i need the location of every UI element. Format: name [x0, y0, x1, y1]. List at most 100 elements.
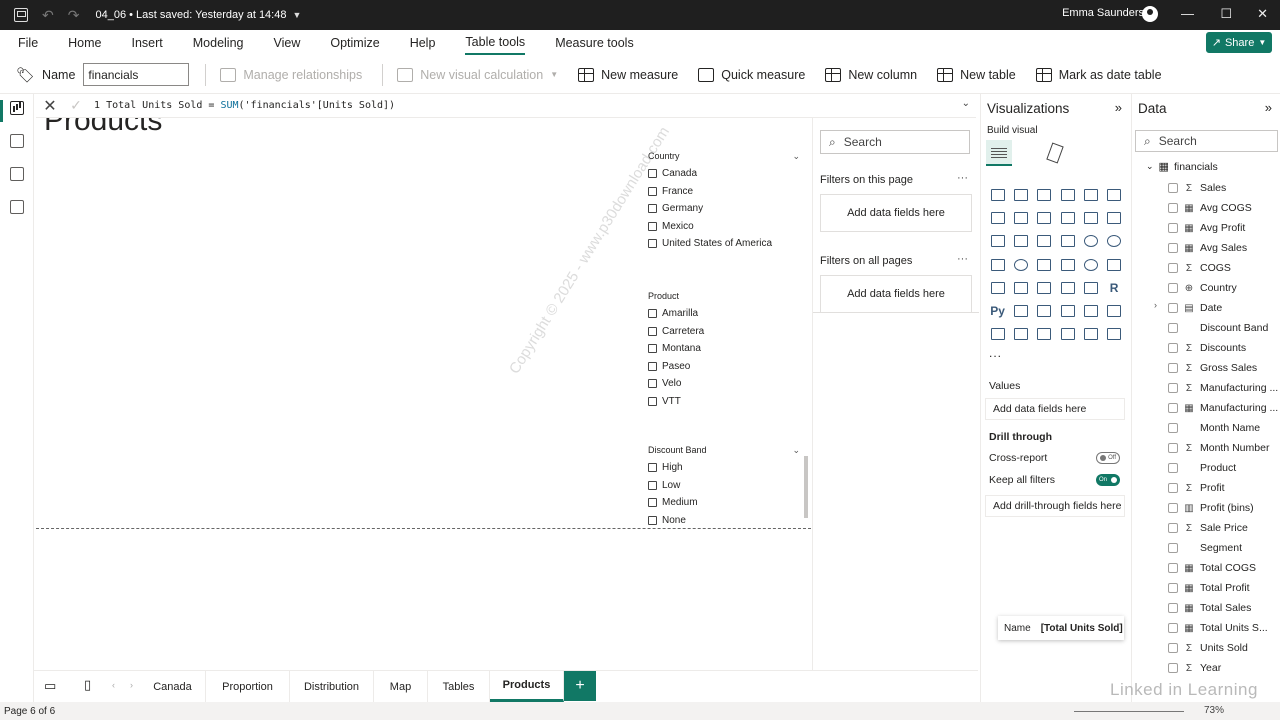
- checkbox-icon[interactable]: [1168, 483, 1178, 493]
- visual-type-icon[interactable]: [1009, 230, 1032, 253]
- field-item[interactable]: Σ Manufacturing ...: [1168, 378, 1278, 398]
- field-item[interactable]: Σ Gross Sales: [1168, 358, 1257, 378]
- field-item[interactable]: ▦ Avg Profit: [1168, 218, 1245, 238]
- slicer-option[interactable]: Medium: [648, 494, 808, 512]
- tab-map[interactable]: Map: [374, 671, 428, 702]
- table-icon[interactable]: [1056, 276, 1079, 299]
- field-item[interactable]: Discount Band: [1168, 318, 1268, 338]
- keep-all-filters-toggle[interactable]: On: [1096, 474, 1120, 486]
- undo-icon[interactable]: ↶: [42, 7, 54, 24]
- field-item[interactable]: ▦ Total Sales: [1168, 598, 1251, 618]
- slicer-option[interactable]: Canada: [648, 165, 808, 183]
- visual-type-icon[interactable]: [1009, 323, 1032, 346]
- qa-icon[interactable]: [1056, 299, 1079, 322]
- visual-type-icon[interactable]: [1079, 183, 1102, 206]
- menu-home[interactable]: Home: [68, 32, 101, 54]
- checkbox-icon[interactable]: [1168, 463, 1178, 473]
- zoom-level[interactable]: 73%: [1204, 705, 1224, 716]
- new-table-button[interactable]: New table: [937, 67, 1016, 82]
- more-options-icon[interactable]: ···: [957, 253, 968, 265]
- visual-type-icon[interactable]: [1033, 299, 1056, 322]
- filters-on-page-dropzone[interactable]: Add data fields here: [820, 194, 972, 232]
- chevron-left-icon[interactable]: ‹: [112, 680, 115, 690]
- checkbox-icon[interactable]: [1168, 543, 1178, 553]
- field-item[interactable]: Σ COGS: [1168, 258, 1231, 278]
- checkbox-icon[interactable]: [648, 221, 657, 231]
- report-view-icon[interactable]: [10, 101, 24, 115]
- checkbox-icon[interactable]: [648, 344, 657, 354]
- slicer-option[interactable]: Amarilla: [648, 305, 808, 323]
- quick-measure-button[interactable]: Quick measure: [698, 67, 805, 82]
- slicer-option[interactable]: VTT: [648, 393, 808, 411]
- data-search-input[interactable]: ⌕ Search: [1135, 130, 1278, 152]
- field-item[interactable]: Segment: [1168, 538, 1242, 558]
- visual-type-icon[interactable]: [1079, 206, 1102, 229]
- field-item[interactable]: Σ Profit: [1168, 478, 1225, 498]
- field-item[interactable]: ▥ Profit (bins): [1168, 498, 1254, 518]
- format-visual-tab-icon[interactable]: [1043, 140, 1069, 166]
- checkbox-icon[interactable]: [1168, 403, 1178, 413]
- slicer-option[interactable]: Carretera: [648, 323, 808, 341]
- filter-search-input[interactable]: ⌕ Search: [820, 130, 970, 154]
- field-item[interactable]: ⊕ Country: [1168, 278, 1237, 298]
- table-view-icon[interactable]: [10, 134, 24, 148]
- slicer-option[interactable]: United States of America: [648, 235, 808, 253]
- visual-type-icon[interactable]: [1079, 299, 1102, 322]
- checkbox-icon[interactable]: [648, 379, 657, 389]
- mobile-layout-icon[interactable]: ▯: [84, 677, 91, 693]
- close-icon[interactable]: ✕: [1257, 6, 1268, 22]
- visual-type-icon[interactable]: [986, 276, 1009, 299]
- checkbox-icon[interactable]: [1168, 443, 1178, 453]
- report-canvas[interactable]: Products Copyright © 2025 - www.p30downl…: [36, 118, 811, 670]
- slicer-option[interactable]: Germany: [648, 200, 808, 218]
- cross-report-toggle[interactable]: Off: [1096, 452, 1120, 464]
- checkbox-icon[interactable]: [1168, 223, 1178, 233]
- field-item[interactable]: Σ Discounts: [1168, 338, 1246, 358]
- checkbox-icon[interactable]: [1168, 503, 1178, 513]
- table-name-input[interactable]: [83, 63, 190, 86]
- zoom-slider[interactable]: [1074, 711, 1184, 712]
- field-item[interactable]: ▦ Total Units S...: [1168, 618, 1268, 638]
- visual-type-icon[interactable]: [986, 253, 1009, 276]
- slicer-option[interactable]: High: [648, 459, 808, 477]
- filters-on-all-pages-dropzone[interactable]: Add data fields here: [820, 275, 972, 313]
- mark-as-date-table-button[interactable]: Mark as date table: [1035, 67, 1162, 82]
- field-item[interactable]: ▤ Date: [1168, 298, 1222, 318]
- paginated-report-icon[interactable]: [986, 323, 1009, 346]
- drill-through-dropzone[interactable]: Add drill-through fields here: [985, 495, 1125, 517]
- visual-type-icon[interactable]: [986, 230, 1009, 253]
- checkbox-icon[interactable]: [1168, 363, 1178, 373]
- visual-type-icon[interactable]: [1033, 230, 1056, 253]
- desktop-layout-icon[interactable]: ▭: [44, 678, 56, 694]
- card-icon[interactable]: [1102, 253, 1125, 276]
- r-visual-icon[interactable]: R: [1102, 276, 1125, 299]
- document-title[interactable]: 04_06 • Last saved: Yesterday at 14:48: [95, 9, 286, 21]
- trophy-icon[interactable]: [1102, 299, 1125, 322]
- tab-tables[interactable]: Tables: [428, 671, 490, 702]
- visual-type-icon[interactable]: [1009, 299, 1032, 322]
- visual-type-icon[interactable]: [1102, 323, 1125, 346]
- slicer-icon[interactable]: [1033, 276, 1056, 299]
- checkbox-icon[interactable]: [1168, 663, 1178, 673]
- new-measure-button[interactable]: New measure: [578, 67, 678, 82]
- visual-type-icon[interactable]: [1056, 253, 1079, 276]
- visual-type-icon[interactable]: [1079, 323, 1102, 346]
- chevron-right-icon[interactable]: ›: [130, 680, 133, 690]
- field-item[interactable]: ▦ Avg COGS: [1168, 198, 1252, 218]
- menu-modeling[interactable]: Modeling: [193, 32, 244, 54]
- checkbox-icon[interactable]: [1168, 263, 1178, 273]
- menu-measure-tools[interactable]: Measure tools: [555, 32, 634, 54]
- menu-optimize[interactable]: Optimize: [330, 32, 379, 54]
- add-page-button[interactable]: +: [564, 671, 596, 701]
- chevron-down-icon[interactable]: ⌄: [792, 445, 800, 456]
- chevron-right-icon[interactable]: ›: [1154, 300, 1157, 310]
- visual-type-icon[interactable]: [1033, 206, 1056, 229]
- checkbox-icon[interactable]: [1168, 343, 1178, 353]
- slicer-option[interactable]: Paseo: [648, 358, 808, 376]
- checkbox-icon[interactable]: [1168, 323, 1178, 333]
- field-item[interactable]: ▦ Total Profit: [1168, 578, 1250, 598]
- menu-file[interactable]: File: [18, 32, 38, 54]
- field-item[interactable]: Σ Units Sold: [1168, 638, 1248, 658]
- collapse-pane-icon[interactable]: »: [1265, 100, 1272, 115]
- donut-chart-icon[interactable]: [1102, 230, 1125, 253]
